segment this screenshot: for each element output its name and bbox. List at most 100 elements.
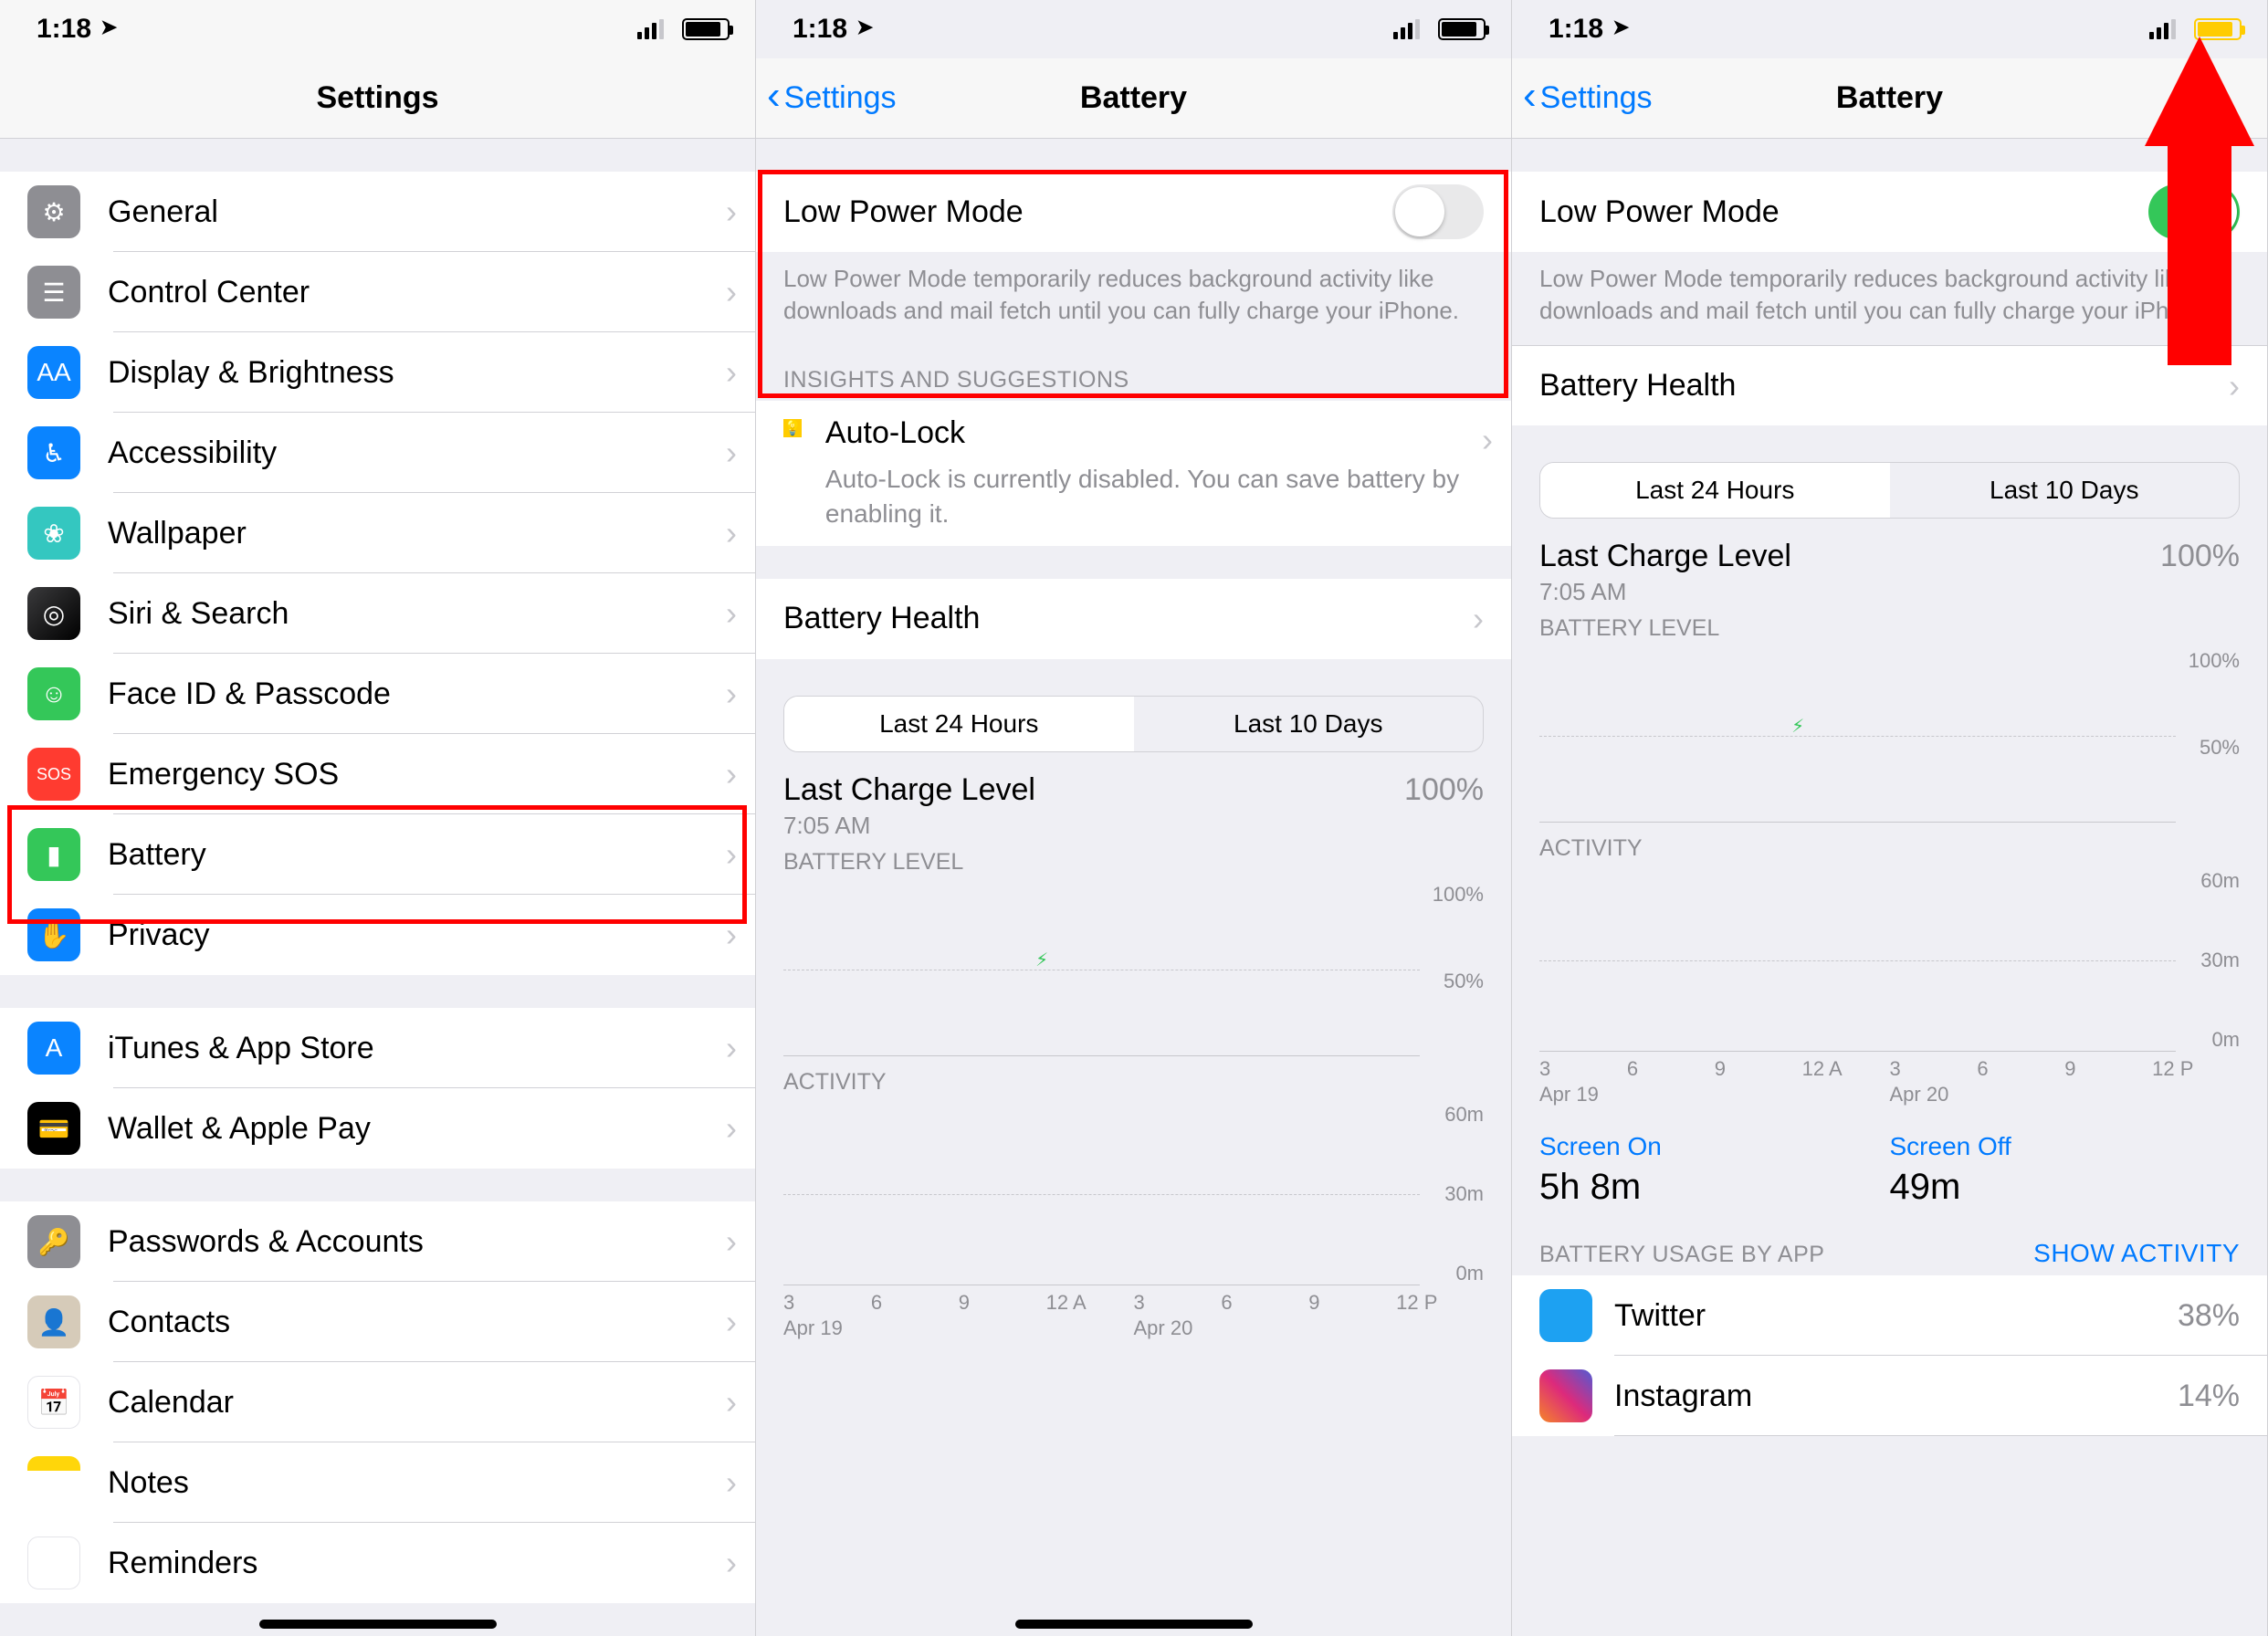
status-time: 1:18 (37, 14, 91, 45)
row-label: Wallpaper (108, 516, 726, 551)
row-label: Reminders (108, 1546, 726, 1581)
screenshot-2-battery: 1:18 ➤ ‹ Settings Battery Low Power Mode… (756, 0, 1512, 1636)
low-power-mode-row[interactable]: Low Power Mode (756, 172, 1511, 252)
settings-row-emergency-sos[interactable]: SOS Emergency SOS › (0, 734, 755, 814)
status-bar: 1:18 ➤ (0, 0, 755, 58)
last-charge-pct: 100% (2160, 539, 2240, 574)
row-label: Emergency SOS (108, 757, 726, 792)
display-icon: AA (27, 346, 80, 399)
time-range-segmented[interactable]: Last 24 Hours Last 10 Days (1539, 462, 2240, 519)
cellular-signal-icon (637, 19, 664, 39)
low-power-mode-label: Low Power Mode (783, 194, 1024, 230)
row-label: General (108, 194, 726, 230)
back-label: Settings (784, 80, 897, 116)
red-arrow-annotation (2145, 37, 2254, 365)
status-time: 1:18 (793, 14, 847, 45)
privacy-icon: ✋ (27, 908, 80, 961)
contacts-icon: 👤 (27, 1295, 80, 1348)
battery-health-label: Battery Health (783, 601, 980, 636)
chevron-right-icon: › (726, 1303, 737, 1341)
settings-row-control-center[interactable]: ☰ Control Center › (0, 252, 755, 332)
navbar: ‹ Settings Battery (756, 58, 1511, 139)
app-usage-row[interactable]: Instagram 14% (1512, 1356, 2267, 1436)
screen-on-off-summary: Screen On 5h 8m Screen Off 49m (1512, 1116, 2267, 1217)
cellular-signal-icon (1393, 19, 1420, 39)
screen-off-label: Screen Off (1890, 1132, 2241, 1161)
settings-row-itunes-app-store[interactable]: A iTunes & App Store › (0, 1008, 755, 1088)
last-charge-pct: 100% (1404, 772, 1484, 808)
chevron-right-icon: › (726, 916, 737, 954)
chevron-right-icon: › (726, 594, 737, 633)
reminders-icon: ⋮⋮ (27, 1536, 80, 1589)
settings-row-siri-search[interactable]: ◎ Siri & Search › (0, 573, 755, 654)
activity-chart: ACTIVITY 60m30m0m 36912 A36912 P Apr 19A… (756, 1065, 1511, 1349)
app-icon (1539, 1289, 1592, 1342)
chevron-right-icon: › (726, 193, 737, 231)
screen-on-value: 5h 8m (1539, 1167, 1890, 1208)
seg-10d[interactable]: Last 10 Days (1890, 463, 2240, 518)
battery-icon (1438, 18, 1486, 40)
app-name: Instagram (1614, 1379, 2178, 1414)
back-button[interactable]: ‹ Settings (767, 58, 897, 138)
screenshot-1-settings: 1:18 ➤ Settings ⚙︎ General › ☰ Control C… (0, 0, 756, 1636)
chevron-right-icon: › (726, 1544, 737, 1582)
faceid-icon: ☺︎ (27, 667, 80, 720)
app-usage-row[interactable]: Twitter 38% (1512, 1275, 2267, 1356)
settings-row-accessibility[interactable]: ♿︎ Accessibility › (0, 413, 755, 493)
seg-24h[interactable]: Last 24 Hours (784, 697, 1134, 751)
battery-level-chart: BATTERY LEVEL ⚡︎ 100%50% (756, 845, 1511, 1065)
last-charge-block: Last Charge Level 100% 7:05 AM (756, 760, 1511, 845)
settings-row-display-brightness[interactable]: AA Display & Brightness › (0, 332, 755, 413)
usage-header: BATTERY USAGE BY APP SHOW ACTIVITY (1512, 1217, 2267, 1275)
seg-10d[interactable]: Last 10 Days (1134, 697, 1484, 751)
chevron-right-icon: › (726, 1109, 737, 1148)
battery-icon: ▮ (27, 828, 80, 881)
navbar: Settings (0, 58, 755, 139)
low-power-mode-label: Low Power Mode (1539, 194, 1780, 230)
time-range-segmented[interactable]: Last 24 Hours Last 10 Days (783, 696, 1484, 752)
home-indicator[interactable] (259, 1620, 497, 1629)
row-label: iTunes & App Store (108, 1031, 726, 1066)
settings-row-reminders[interactable]: ⋮⋮ Reminders › (0, 1523, 755, 1603)
settings-row-general[interactable]: ⚙︎ General › (0, 172, 755, 252)
back-label: Settings (1540, 80, 1653, 116)
settings-row-wallpaper[interactable]: ❀ Wallpaper › (0, 493, 755, 573)
chevron-left-icon: ‹ (767, 76, 781, 116)
chevron-left-icon: ‹ (1523, 76, 1537, 116)
back-button[interactable]: ‹ Settings (1523, 58, 1653, 138)
row-label: Control Center (108, 275, 726, 310)
charging-icon: ⚡︎ (1791, 715, 1804, 738)
chevron-right-icon: › (726, 353, 737, 392)
settings-row-wallet-apple-pay[interactable]: 💳 Wallet & Apple Pay › (0, 1088, 755, 1169)
gear-icon: ⚙︎ (27, 185, 80, 238)
chevron-right-icon: › (726, 755, 737, 793)
accessibility-icon: ♿︎ (27, 426, 80, 479)
last-charge-title: Last Charge Level (783, 772, 1035, 808)
battery-health-row[interactable]: Battery Health › (756, 579, 1511, 659)
settings-group-1: ⚙︎ General › ☰ Control Center › AA Displ… (0, 172, 755, 975)
bulb-icon: 💡 (783, 419, 802, 437)
wallpaper-icon: ❀ (27, 507, 80, 560)
chevron-right-icon: › (726, 675, 737, 713)
charging-icon: ⚡︎ (1035, 949, 1048, 971)
seg-24h[interactable]: Last 24 Hours (1540, 463, 1890, 518)
row-label: Notes (108, 1465, 726, 1501)
settings-row-passwords-accounts[interactable]: 🔑 Passwords & Accounts › (0, 1201, 755, 1282)
show-activity-link[interactable]: SHOW ACTIVITY (2033, 1239, 2240, 1268)
low-power-mode-toggle[interactable] (1392, 184, 1484, 239)
settings-row-notes[interactable]: Notes › (0, 1442, 755, 1523)
insight-auto-lock[interactable]: 💡 Auto-Lock Auto-Lock is currently disab… (756, 401, 1511, 546)
settings-row-contacts[interactable]: 👤 Contacts › (0, 1282, 755, 1362)
settings-row-calendar[interactable]: 📅 Calendar › (0, 1362, 755, 1442)
insight-title: Auto-Lock (825, 415, 1482, 451)
home-indicator[interactable] (1015, 1620, 1253, 1629)
wallet-icon: 💳 (27, 1102, 80, 1155)
app-pct: 38% (2178, 1298, 2240, 1334)
settings-row-battery[interactable]: ▮ Battery › (0, 814, 755, 895)
row-label: Contacts (108, 1305, 726, 1340)
screen-off-value: 49m (1890, 1167, 2241, 1208)
last-charge-time: 7:05 AM (1539, 578, 2240, 606)
battery-icon (682, 18, 730, 40)
settings-row-privacy[interactable]: ✋ Privacy › (0, 895, 755, 975)
settings-row-face-id-passcode[interactable]: ☺︎ Face ID & Passcode › (0, 654, 755, 734)
